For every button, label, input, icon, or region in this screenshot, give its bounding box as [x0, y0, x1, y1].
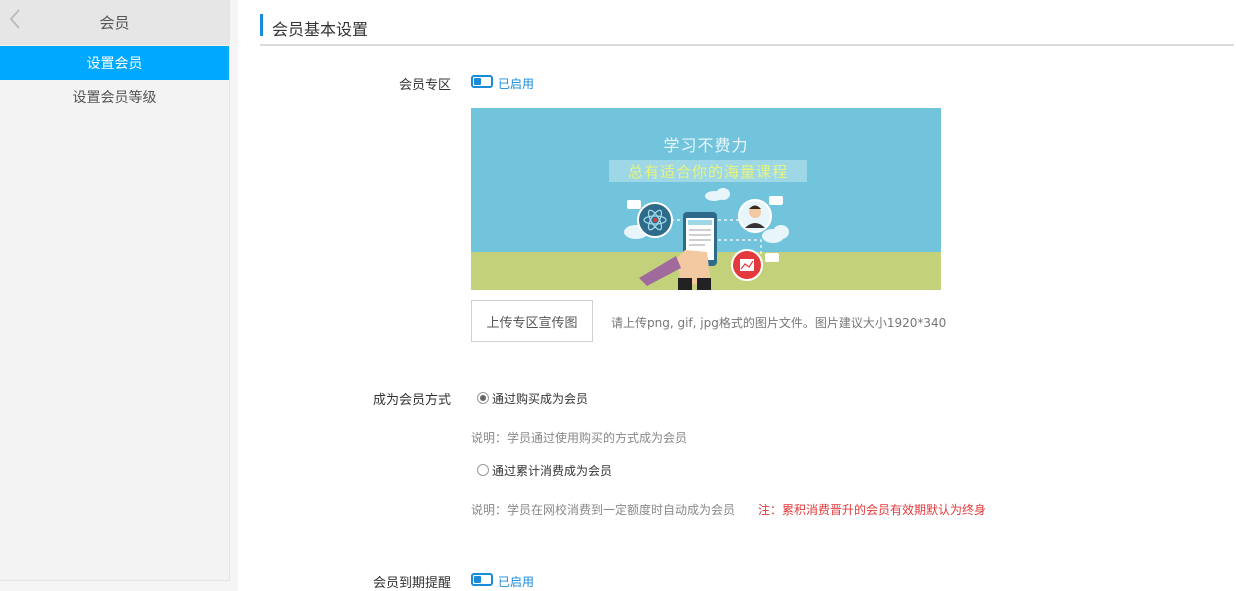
toggle-knob: [474, 78, 481, 85]
sidebar-title: 会员: [99, 14, 130, 32]
banner-illustration: [624, 188, 789, 290]
toggle-knob: [474, 576, 481, 583]
radio-purchase-label[interactable]: 通过购买成为会员: [492, 390, 588, 407]
section-header: 会员基本设置: [260, 10, 1234, 46]
radio-purchase[interactable]: [477, 392, 489, 404]
sidebar-header: 会员: [0, 0, 229, 45]
zone-banner-image: 学习不费力 总有适合你的海量课程: [471, 108, 941, 290]
expiry-status: 已启用: [498, 575, 535, 589]
radio-cumulative-label[interactable]: 通过累计消费成为会员: [492, 462, 612, 479]
upload-banner-button[interactable]: 上传专区宣传图: [471, 300, 593, 342]
upload-hint: 请上传png, gif, jpg格式的图片文件。图片建议大小1920*340: [611, 316, 947, 330]
zone-label: 会员专区: [398, 78, 451, 93]
cumulative-description: 说明：学员在网校消费到一定额度时自动成为会员: [471, 503, 736, 517]
expiry-toggle[interactable]: [471, 573, 493, 586]
purchase-description: 说明：学员通过使用购买的方式成为会员: [471, 431, 688, 445]
chevron-left-icon[interactable]: [8, 8, 22, 30]
cumulative-warning: 注：累积消费晋升的会员有效期默认为终身: [758, 503, 987, 517]
main-panel: 会员基本设置 会员专区 已启用 学习不费力 总有适合你的海量课程 上传专区宣传图…: [238, 0, 1236, 591]
radio-cumulative[interactable]: [477, 464, 489, 476]
sidebar-item-member-levels[interactable]: 设置会员等级: [0, 80, 229, 114]
section-title: 会员基本设置: [272, 20, 369, 39]
membership-label: 成为会员方式: [372, 393, 451, 408]
section-accent-bar: [260, 14, 263, 36]
zone-toggle[interactable]: [471, 75, 493, 88]
sidebar: 会员 设置会员 设置会员等级: [0, 0, 230, 581]
sidebar-item-member-settings[interactable]: 设置会员: [0, 46, 229, 80]
zone-status: 已启用: [498, 77, 535, 91]
expiry-label: 会员到期提醒: [372, 576, 451, 591]
